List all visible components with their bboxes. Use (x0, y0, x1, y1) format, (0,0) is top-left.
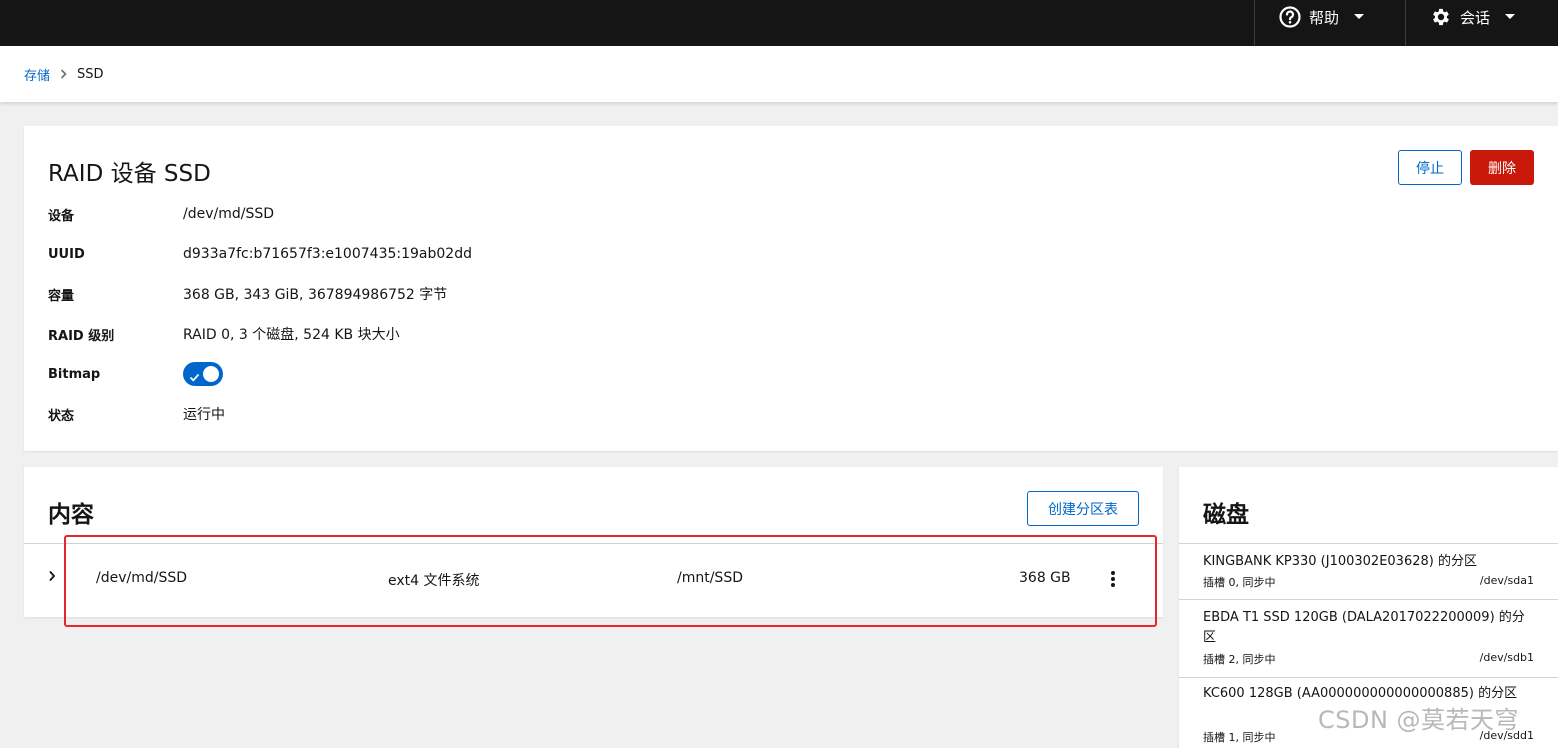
disk-device: /dev/sdb1 (1479, 651, 1534, 664)
chevron-down-icon (1504, 13, 1516, 21)
raid-details-card: RAID 设备 SSD 停止 删除 设备 /dev/md/SSD UUID d9… (24, 126, 1558, 451)
prop-value: d933a7fc:b71657f3:e1007435:19ab02dd (183, 246, 472, 262)
session-label: 会话 (1460, 8, 1491, 27)
breadcrumb-current: SSD (77, 66, 104, 82)
breadcrumb: 存储 SSD (0, 46, 1558, 102)
kebab-menu-icon[interactable] (1110, 570, 1116, 592)
chevron-right-icon[interactable] (48, 570, 56, 586)
disk-status: 插槽 1, 同步中 (1203, 731, 1276, 744)
breadcrumb-storage-link[interactable]: 存储 (24, 65, 50, 84)
help-icon (1279, 6, 1301, 28)
prop-capacity: 容量 368 GB, 343 GiB, 367894986752 字节 (48, 284, 948, 304)
help-label: 帮助 (1309, 8, 1340, 27)
bitmap-toggle[interactable] (183, 362, 223, 386)
chevron-right-icon (60, 69, 67, 79)
prop-label: 容量 (48, 288, 75, 304)
prop-label: 设备 (48, 208, 75, 224)
gear-icon (1430, 6, 1452, 28)
stop-button[interactable]: 停止 (1398, 150, 1462, 185)
prop-value: RAID 0, 3 个磁盘, 524 KB 块大小 (183, 327, 400, 343)
disk-name: KINGBANK KP330 (J100302E03628) 的分区 (1203, 554, 1477, 569)
watermark: CSDN @莫若天穹 (1318, 706, 1520, 734)
help-menu-button[interactable]: 帮助 (1254, 0, 1405, 46)
content-card: 内容 创建分区表 /dev/md/SSD ext4 文件系统 /mnt/SSD … (24, 467, 1163, 617)
disk-status: 插槽 0, 同步中 (1203, 576, 1276, 589)
prop-value: 运行中 (183, 407, 225, 423)
page-title: RAID 设备 SSD (48, 161, 211, 187)
list-item[interactable]: KINGBANK KP330 (J100302E03628) 的分区 插槽 0,… (1179, 544, 1558, 599)
delete-button[interactable]: 删除 (1470, 150, 1534, 185)
row-mountpoint: /mnt/SSD (677, 570, 743, 586)
disk-name: EBDA T1 SSD 120GB (DALA2017022200009) 的分… (1203, 610, 1525, 645)
create-partition-table-button[interactable]: 创建分区表 (1027, 491, 1139, 526)
prop-label: RAID 级别 (48, 328, 115, 344)
chevron-down-icon (1353, 13, 1365, 21)
prop-device: 设备 /dev/md/SSD (48, 204, 948, 224)
prop-raid-level: RAID 级别 RAID 0, 3 个磁盘, 524 KB 块大小 (48, 324, 948, 344)
disk-status: 插槽 2, 同步中 (1203, 653, 1276, 666)
content-title: 内容 (48, 502, 94, 528)
list-item[interactable]: EBDA T1 SSD 120GB (DALA2017022200009) 的分… (1179, 600, 1558, 677)
toggle-knob (203, 366, 219, 382)
prop-bitmap: Bitmap (48, 362, 948, 386)
row-device: /dev/md/SSD (96, 570, 188, 586)
prop-value: /dev/md/SSD (183, 206, 275, 222)
disk-device: /dev/sda1 (1479, 574, 1534, 587)
row-size: 368 GB (1019, 570, 1071, 586)
session-menu-button[interactable]: 会话 (1405, 0, 1558, 46)
prop-label: UUID (48, 246, 85, 262)
top-bar: 帮助 会话 (0, 0, 1558, 46)
prop-state: 状态 运行中 (48, 404, 948, 424)
prop-value: 368 GB, 343 GiB, 367894986752 字节 (183, 287, 448, 303)
check-icon (189, 368, 200, 387)
prop-label: Bitmap (48, 366, 101, 382)
prop-label: 状态 (48, 408, 75, 424)
prop-uuid: UUID d933a7fc:b71657f3:e1007435:19ab02dd (48, 244, 948, 264)
row-filesystem: ext4 文件系统 (388, 573, 480, 589)
table-row[interactable]: /dev/md/SSD ext4 文件系统 /mnt/SSD 368 GB (24, 544, 1163, 616)
disks-title: 磁盘 (1203, 502, 1249, 528)
